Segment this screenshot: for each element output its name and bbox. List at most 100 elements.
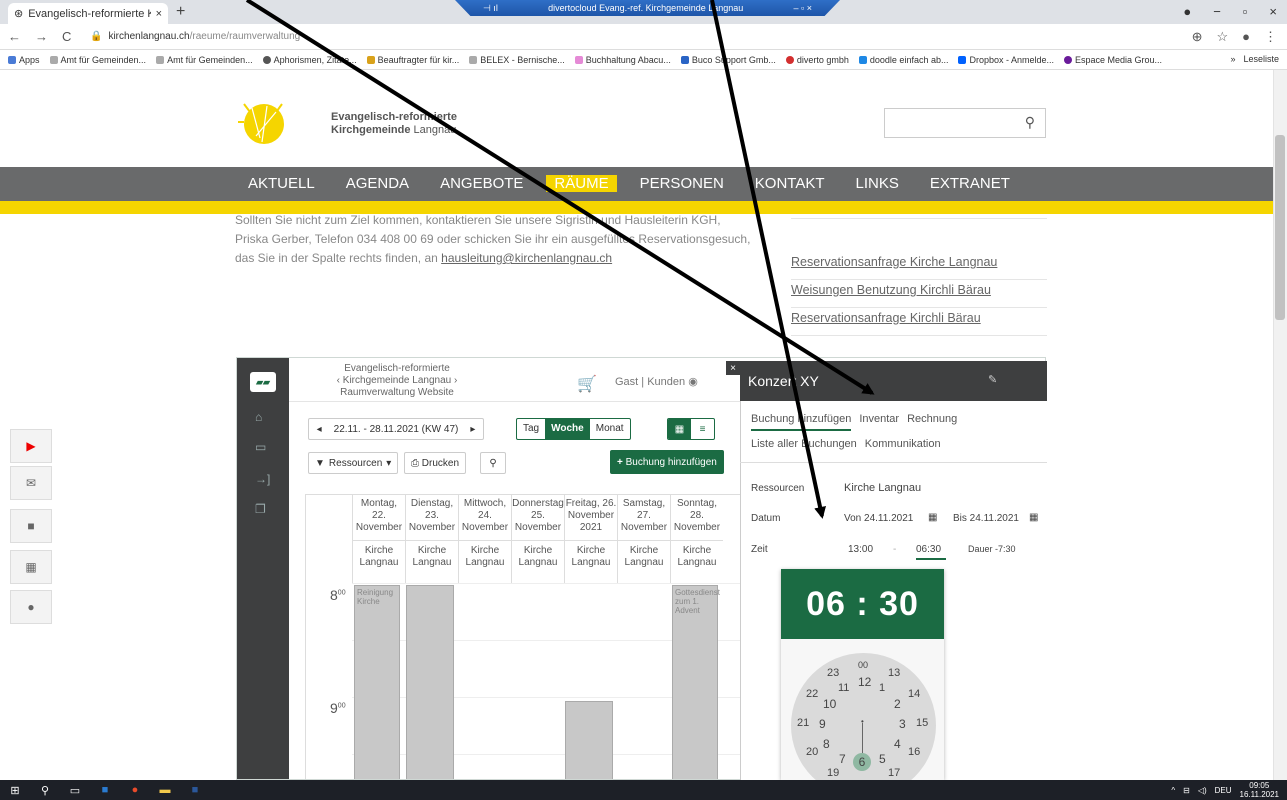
nav-agenda[interactable]: AGENDA <box>346 175 409 192</box>
word-icon[interactable]: ■ <box>180 784 210 796</box>
time-to-field[interactable]: 06:30 <box>916 544 946 560</box>
calendar-icon[interactable]: ▦ <box>928 512 937 523</box>
tab-add-booking[interactable]: Buchung hinzufügen <box>751 413 852 431</box>
clock-number[interactable]: 13 <box>888 667 900 679</box>
date-range-nav[interactable]: ◂ 22.11. - 28.11.2021 (KW 47) ▸ <box>308 418 484 440</box>
bookmark-apps[interactable]: Apps <box>8 55 40 65</box>
view-day[interactable]: Tag <box>517 419 545 439</box>
outlook-icon[interactable]: ■ <box>90 784 120 796</box>
clock-face[interactable]: 00 23 13 12 11 1 22 14 10 2 21 9 • 3 15 … <box>791 653 936 798</box>
remote-window-controls[interactable]: ‒ ▫ × <box>794 3 812 13</box>
bookmark-item[interactable]: Aphorismen, Zitate... <box>262 55 357 65</box>
link-reservation-baerau[interactable]: Reservationsanfrage Kirchli Bärau <box>791 311 981 325</box>
language-indicator[interactable]: DEU <box>1215 786 1232 795</box>
bookmark-item[interactable]: Espace Media Grou... <box>1064 55 1162 65</box>
explorer-icon[interactable]: ▬ <box>150 784 180 796</box>
event-reinigung[interactable]: Reinigung Kirche <box>354 585 400 779</box>
close-window-button[interactable]: × <box>1269 4 1277 19</box>
link-weisungen-baerau[interactable]: Weisungen Benutzung Kirchli Bärau <box>791 283 991 297</box>
prev-week-icon[interactable]: ◂ <box>317 424 322 435</box>
bookmark-item[interactable]: Amt für Gemeinden... <box>49 55 146 65</box>
clock-number[interactable]: 5 <box>879 752 886 766</box>
search-icon[interactable]: ⚲ <box>30 784 60 797</box>
cart-icon[interactable]: 🛒 <box>577 374 597 394</box>
next-week-icon[interactable]: ▸ <box>470 424 475 435</box>
nav-kontakt[interactable]: KONTAKT <box>755 175 825 192</box>
url-field[interactable]: 🔒 kirchenlangnau.ch/raeume/raumverwaltun… <box>90 31 300 42</box>
clock-selected-hour[interactable]: 6 <box>853 753 871 771</box>
clock-number[interactable]: 00 <box>858 660 868 670</box>
back-icon[interactable]: ← <box>8 29 21 44</box>
globe-button[interactable]: ● <box>10 590 52 624</box>
clock-number[interactable]: 4 <box>894 737 901 751</box>
more-bookmarks-icon[interactable]: » <box>1230 54 1235 64</box>
clock-number[interactable]: 14 <box>908 688 920 700</box>
clock-number[interactable]: 3 <box>899 717 906 731</box>
minimize-button[interactable]: − <box>1213 4 1221 19</box>
clock-number[interactable]: 1 <box>879 682 885 694</box>
clock-number[interactable]: 7 <box>839 752 846 766</box>
clock-number[interactable]: 19 <box>827 767 839 779</box>
event-block[interactable] <box>565 701 613 779</box>
date-from-field[interactable]: Von 24.11.2021 <box>844 513 913 524</box>
clock-number[interactable]: 16 <box>908 746 920 758</box>
new-tab-button[interactable]: + <box>176 3 185 21</box>
profile-icon[interactable]: ● <box>1183 4 1191 19</box>
site-search-input[interactable]: ⚲ <box>884 108 1046 138</box>
reading-list[interactable]: Leseliste <box>1243 54 1279 64</box>
mail-button[interactable]: ✉ <box>10 466 52 500</box>
clock-number[interactable]: 12 <box>858 675 871 689</box>
bookmark-item[interactable]: Buco Support Gmb... <box>680 55 776 65</box>
user-menu[interactable]: Gast | Kunden ◉ <box>615 375 698 388</box>
clock-number[interactable]: 17 <box>888 767 900 779</box>
close-panel-button[interactable]: × <box>726 361 740 375</box>
document-button[interactable]: ■ <box>10 509 52 543</box>
event-gottesdienst[interactable]: Gottesdienst zum 1. Advent <box>672 585 720 779</box>
view-week[interactable]: Woche <box>545 419 590 439</box>
clock-number[interactable]: 22 <box>806 688 818 700</box>
bookmark-item[interactable]: doodle einfach ab... <box>858 55 948 65</box>
calendar-icon[interactable]: ▭ <box>255 440 266 454</box>
nav-links[interactable]: LINKS <box>856 175 899 192</box>
clock-number[interactable]: 23 <box>827 667 839 679</box>
clock[interactable]: 09:05 16.11.2021 <box>1240 781 1279 799</box>
bookmark-item[interactable]: BELEX - Bernische... <box>469 55 565 65</box>
clock-number[interactable]: 8 <box>823 737 830 751</box>
star-icon[interactable]: ☆ <box>1216 29 1228 45</box>
youtube-button[interactable]: ▶ <box>10 429 52 463</box>
clock-number[interactable]: 10 <box>823 697 836 711</box>
calendar-button[interactable]: ▦ <box>10 550 52 584</box>
date-to-field[interactable]: Bis 24.11.2021 <box>953 513 1019 524</box>
reload-icon[interactable]: C <box>62 29 71 44</box>
link-reservation-langnau[interactable]: Reservationsanfrage Kirche Langnau <box>791 255 997 269</box>
home-icon[interactable]: ⌂ <box>255 410 262 424</box>
windows-start-icon[interactable]: ⊞ <box>0 784 30 797</box>
tab-communication[interactable]: Kommunikation <box>865 438 941 450</box>
search-button[interactable]: ⚲ <box>480 452 506 474</box>
network-icon[interactable]: ⊟ <box>1183 786 1190 795</box>
nav-aktuell[interactable]: AKTUELL <box>248 175 315 192</box>
task-view-icon[interactable]: ▭ <box>60 784 90 797</box>
clock-number[interactable]: 20 <box>806 746 818 758</box>
menu-icon[interactable]: ⋮ <box>1264 29 1277 45</box>
search-icon[interactable]: ⚲ <box>1025 114 1035 131</box>
bookmark-item[interactable]: Beauftragter für kir... <box>366 55 459 65</box>
email-link[interactable]: hausleitung@kirchenlangnau.ch <box>441 251 612 265</box>
zoom-icon[interactable]: ⊕ <box>1192 29 1203 45</box>
copy-icon[interactable]: ❐ <box>255 502 266 516</box>
nav-personen[interactable]: PERSONEN <box>640 175 724 192</box>
time-from-field[interactable]: 13:00 <box>848 544 873 555</box>
scrollbar-thumb[interactable] <box>1275 135 1285 320</box>
calendar-view-icon[interactable]: ▦ <box>668 419 691 439</box>
nav-raeume[interactable]: RÄUME <box>546 175 617 192</box>
bookmark-item[interactable]: Dropbox - Anmelde... <box>958 55 1054 65</box>
chrome-icon[interactable]: ● <box>120 784 150 796</box>
bookmark-item[interactable]: Buchhaltung Abacu... <box>574 55 671 65</box>
view-month[interactable]: Monat <box>590 419 630 439</box>
pin-icon[interactable]: ⊣ ıl <box>483 3 498 14</box>
edit-icon[interactable]: ✎ <box>988 373 997 386</box>
tab-invoice[interactable]: Rechnung <box>907 413 957 431</box>
clock-number[interactable]: 11 <box>838 682 849 694</box>
print-button[interactable]: ⎙ Drucken <box>404 452 467 474</box>
login-icon[interactable]: →] <box>255 472 270 486</box>
